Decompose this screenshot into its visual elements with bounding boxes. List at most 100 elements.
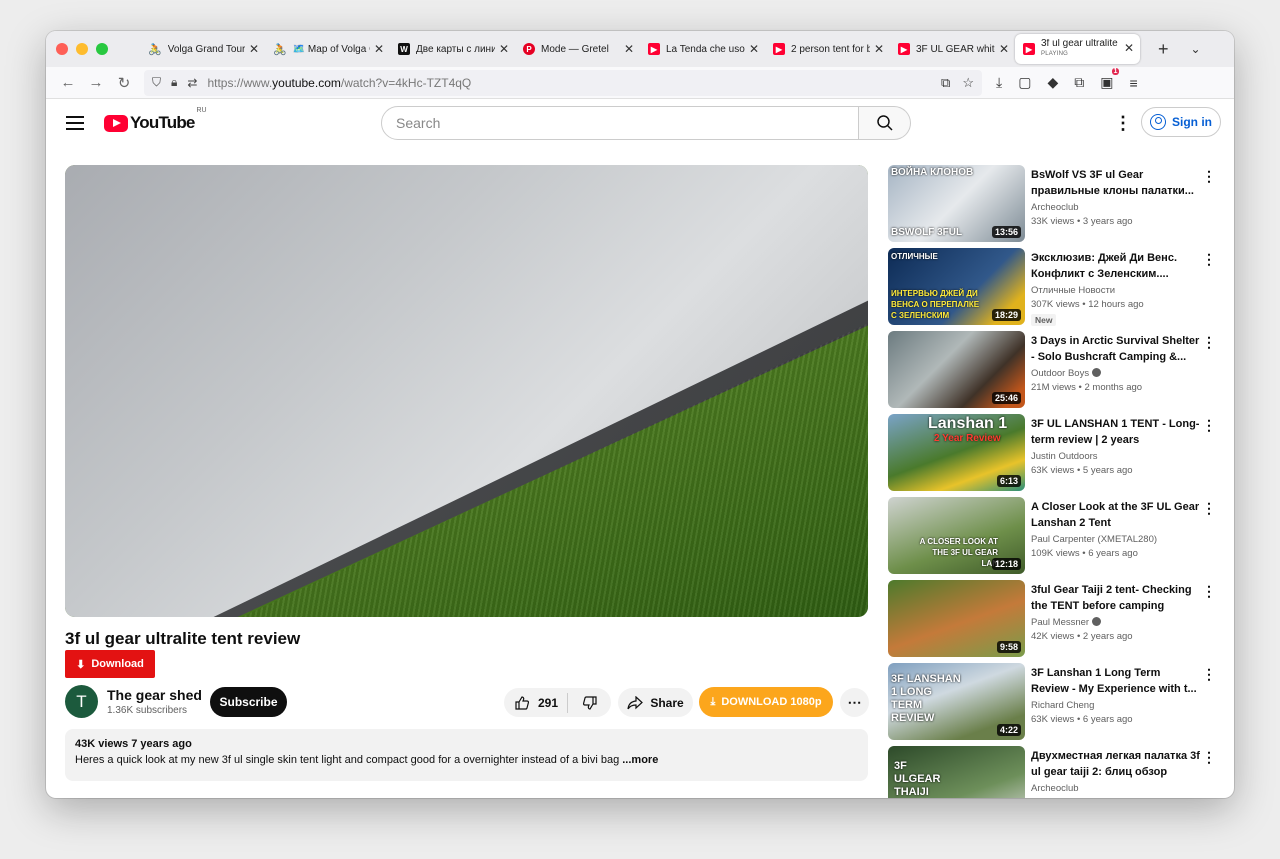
download-icon[interactable]: ⤓ — [996, 74, 1002, 91]
thumbnail-text: 3F LANSHAN 1 LONG TERM REVIEW — [891, 673, 961, 724]
recommendation-channel[interactable]: Outdoor Boys — [1031, 368, 1089, 379]
recommendation-channel[interactable]: Richard Cheng — [1031, 700, 1201, 711]
video-thumbnail[interactable]: A CLOSER LOOK AT THE 3F UL GEAR LAN 12:1… — [888, 497, 1025, 574]
close-tab-icon[interactable]: ✕ — [499, 42, 509, 56]
close-tab-icon[interactable]: ✕ — [999, 42, 1009, 56]
download-1080p-button[interactable]: ⤓ DOWNLOAD 1080p — [699, 687, 833, 717]
hamburger-menu-icon[interactable] — [66, 116, 84, 130]
description-text: Heres a quick look at my new 3f ul singl… — [75, 754, 623, 766]
close-tab-icon[interactable]: ✕ — [1124, 41, 1134, 55]
recommendation-item[interactable]: ОТЛИЧНЫЕ ИНТЕРВЬЮ ДЖЕЙ ДИ ВЕНСА О ПЕРЕПА… — [888, 248, 1218, 331]
browser-tab[interactable]: ▶ 3F UL GEAR white ✕ — [890, 35, 1015, 63]
forward-arrow-icon[interactable]: → — [84, 74, 108, 91]
subscribe-button[interactable]: Subscribe — [210, 687, 287, 717]
browser-tab[interactable]: 🚴 Volga Grand Tour | ✕ — [140, 35, 265, 63]
channel-name[interactable]: The gear shed — [107, 687, 202, 703]
video-thumbnail[interactable]: 25:46 — [888, 331, 1025, 408]
video-thumbnail[interactable]: ВОЙНА КЛОНОВ BSWOLF 3FUL 13:56 — [888, 165, 1025, 242]
browser-tab-active[interactable]: ▶ 3f ul gear ultralite PLAYING ✕ — [1015, 34, 1140, 64]
recommendation-channel[interactable]: Archeoclub — [1031, 783, 1201, 794]
recommendation-channel[interactable]: Justin Outdoors — [1031, 451, 1201, 462]
recommendation-title[interactable]: Двухместная легкая палатка 3f ul gear ta… — [1031, 748, 1201, 780]
search-button[interactable] — [859, 106, 911, 140]
kebab-menu-icon[interactable]: ⋮ — [1202, 500, 1216, 517]
browser-tab[interactable]: P Mode — Gretel ✕ — [515, 35, 640, 63]
puzzle-icon[interactable]: ⧉ — [1074, 74, 1084, 91]
reload-icon[interactable]: ↻ — [112, 74, 136, 92]
kebab-menu-icon[interactable]: ⋮ — [1202, 334, 1216, 351]
menu-icon[interactable]: ≡ — [1129, 75, 1137, 91]
kebab-menu-icon[interactable]: ⋮ — [1202, 666, 1216, 683]
more-link[interactable]: ...more — [622, 754, 658, 766]
tab-label: Volga Grand Tour | — [167, 43, 245, 55]
video-thumbnail[interactable]: ОТЛИЧНЫЕ ИНТЕРВЬЮ ДЖЕЙ ДИ ВЕНСА О ПЕРЕПА… — [888, 248, 1025, 325]
new-tab-icon[interactable]: + — [1158, 39, 1169, 60]
close-tab-icon[interactable]: ✕ — [374, 42, 384, 56]
close-tab-icon[interactable]: ✕ — [874, 42, 884, 56]
recommendation-channel[interactable]: Paul Messner — [1031, 617, 1089, 628]
browser-tab[interactable]: 🚴 🗺️ Map of Volga G ✕ — [265, 35, 390, 63]
close-tab-icon[interactable]: ✕ — [624, 42, 634, 56]
browser-tab[interactable]: ▶ La Tenda che uso ✕ — [640, 35, 765, 63]
recommendation-item[interactable]: 3F LANSHAN 1 LONG TERM REVIEW 4:22 3F La… — [888, 663, 1218, 746]
recommendation-title[interactable]: 3ful Gear Taiji 2 tent- Checking the TEN… — [1031, 582, 1201, 614]
video-thumbnail[interactable]: 9:58 — [888, 580, 1025, 657]
close-tab-icon[interactable]: ✕ — [249, 42, 259, 56]
shield-icon[interactable]: ⛉ — [152, 75, 161, 90]
more-actions-button[interactable]: ⋯ — [840, 688, 869, 717]
recommendation-item[interactable]: 3F ULGEAR THAIJI Двухместная легкая пала… — [888, 746, 1218, 798]
recommendation-channel[interactable]: Отличные Новости — [1031, 285, 1201, 296]
recommendation-item[interactable]: 25:46 3 Days in Arctic Survival Shelter … — [888, 331, 1218, 414]
video-thumbnail[interactable]: 3F LANSHAN 1 LONG TERM REVIEW 4:22 — [888, 663, 1025, 740]
sign-in-button[interactable]: Sign in — [1141, 107, 1221, 137]
zoom-window-button[interactable] — [96, 43, 108, 55]
recommendation-title[interactable]: A Closer Look at the 3F UL Gear Lanshan … — [1031, 499, 1201, 531]
kebab-menu-icon[interactable]: ⋮ — [1202, 417, 1216, 434]
youtube-logo[interactable]: YouTube RU — [104, 107, 207, 133]
recommendation-title[interactable]: 3F Lanshan 1 Long Term Review - My Exper… — [1031, 665, 1201, 697]
recommendation-title[interactable]: Эксклюзив: Джей Ди Венс. Конфликт с Зеле… — [1031, 250, 1201, 282]
browser-tab[interactable]: ▶ 2 person tent for b ✕ — [765, 35, 890, 63]
chevron-down-icon[interactable]: ⌄ — [1191, 42, 1201, 56]
minimize-window-button[interactable] — [76, 43, 88, 55]
recommendation-channel[interactable]: Archeoclub — [1031, 202, 1201, 213]
recommendation-item[interactable]: 9:58 3ful Gear Taiji 2 tent- Checking th… — [888, 580, 1218, 663]
browser-tab[interactable]: W Две карты с линии ✕ — [390, 35, 515, 63]
settings-kebab-icon[interactable]: ⋮ — [1114, 113, 1132, 134]
share-button[interactable]: Share — [618, 688, 693, 717]
close-window-button[interactable] — [56, 43, 68, 55]
bookmark-star-icon[interactable]: ☆ — [962, 75, 974, 91]
like-button[interactable]: 291 — [504, 692, 568, 713]
kebab-menu-icon[interactable]: ⋮ — [1202, 168, 1216, 185]
duration-badge: 4:22 — [996, 724, 1021, 736]
channel-avatar[interactable]: T — [65, 685, 98, 718]
bike-icon: 🚴 — [273, 43, 287, 56]
back-arrow-icon[interactable]: ← — [56, 74, 80, 91]
kebab-menu-icon[interactable]: ⋮ — [1202, 251, 1216, 268]
dislike-button[interactable] — [568, 695, 611, 711]
recommendation-item[interactable]: ВОЙНА КЛОНОВ BSWOLF 3FUL 13:56 BsWolf VS… — [888, 165, 1218, 248]
youtube-header: YouTube RU Search ⋮ Sign in — [46, 99, 1234, 147]
extension-icon[interactable]: ◆ — [1047, 74, 1058, 91]
recommendation-title[interactable]: 3F UL LANSHAN 1 TENT - Long-term review … — [1031, 416, 1201, 448]
search-input[interactable]: Search — [381, 106, 859, 140]
close-tab-icon[interactable]: ✕ — [749, 42, 759, 56]
video-thumbnail[interactable]: 3F ULGEAR THAIJI — [888, 746, 1025, 798]
recommendation-item[interactable]: Lanshan 1 2 Year Review 6:13 3F UL LANSH… — [888, 414, 1218, 497]
lock-icon[interactable]: 🔒︎ — [171, 75, 177, 90]
address-bar[interactable]: ⛉ 🔒︎ ⇄ https://www. youtube.com /watch?v… — [144, 69, 982, 96]
kebab-menu-icon[interactable]: ⋮ — [1202, 583, 1216, 600]
permissions-icon[interactable]: ⇄ — [187, 76, 197, 90]
video-player[interactable] — [65, 165, 868, 617]
extension-badge-icon[interactable]: ▣ 1 — [1100, 68, 1120, 91]
video-thumbnail[interactable]: Lanshan 1 2 Year Review 6:13 — [888, 414, 1025, 491]
picture-in-picture-icon[interactable]: ⧉ — [941, 75, 950, 91]
recommendation-title[interactable]: 3 Days in Arctic Survival Shelter - Solo… — [1031, 333, 1201, 365]
download-button[interactable]: ⬇ Download — [65, 650, 155, 678]
kebab-menu-icon[interactable]: ⋮ — [1202, 749, 1216, 766]
description-box[interactable]: 43K views 7 years ago Heres a quick look… — [65, 729, 868, 781]
recommendation-channel[interactable]: Paul Carpenter (XMETAL280) — [1031, 534, 1201, 545]
pocket-icon[interactable]: ▢ — [1018, 74, 1031, 91]
recommendation-item[interactable]: A CLOSER LOOK AT THE 3F UL GEAR LAN 12:1… — [888, 497, 1218, 580]
recommendation-title[interactable]: BsWolf VS 3F ul Gear правильные клоны па… — [1031, 167, 1201, 199]
